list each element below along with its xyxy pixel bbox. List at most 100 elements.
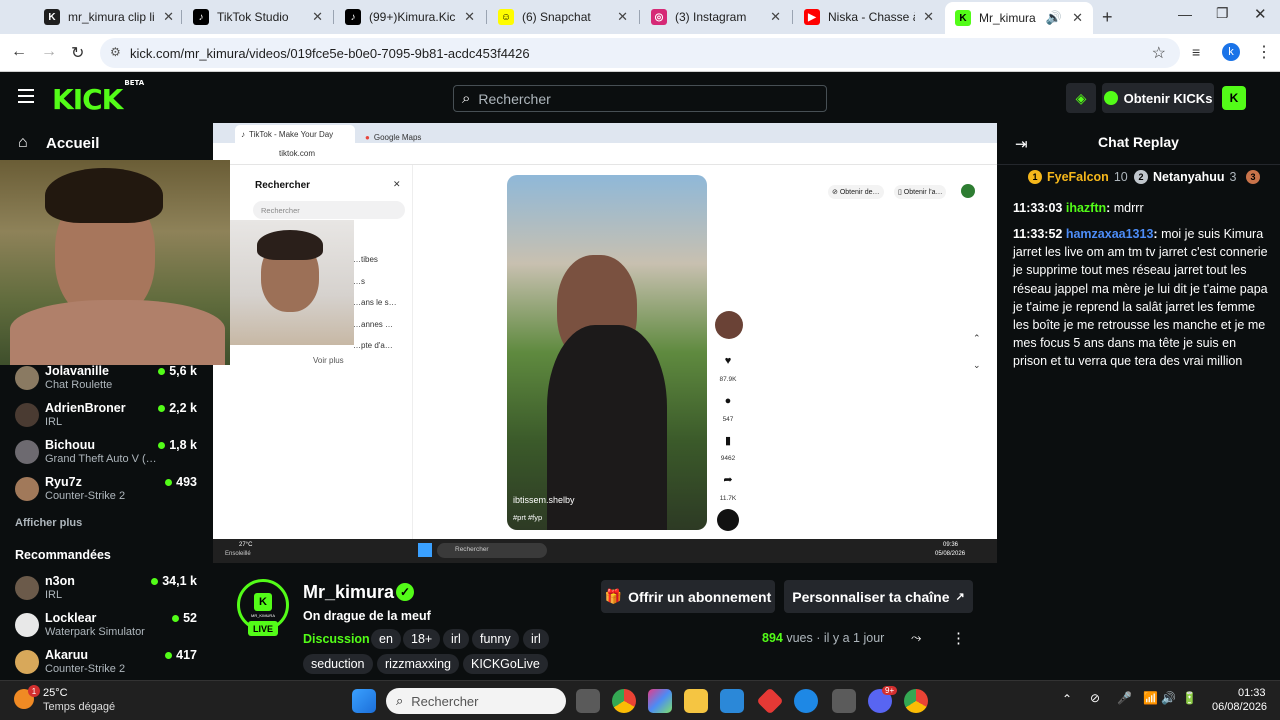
bookmark-star-icon[interactable]: ☆	[1152, 43, 1166, 63]
browser-tab[interactable]: ♪ (99+)Kimura.Kick (@… ✕	[335, 4, 485, 30]
chrome-icon[interactable]	[904, 689, 928, 713]
sidebar-channel[interactable]: Jolavanille Chat Roulette 5,6 k	[15, 364, 205, 400]
task-view-icon[interactable]	[576, 689, 600, 713]
tag[interactable]: funny	[472, 629, 519, 649]
gift-subscription-button[interactable]: 🎁 Offrir un abonnement	[601, 580, 775, 613]
tab-title: TikTok Studio	[217, 10, 289, 24]
site-info-icon[interactable]: ⚙	[110, 45, 121, 59]
tab-title: Mr_kimura - Wat…	[979, 11, 1038, 25]
user-avatar[interactable]: K	[1222, 86, 1246, 110]
channel-name: Akaruu	[45, 648, 89, 662]
sidebar-channel[interactable]: n3on IRL 34,1 k	[15, 574, 205, 610]
sidebar-channel[interactable]: Ryu7z Counter-Strike 2 493	[15, 475, 205, 511]
battery-icon[interactable]: 🔋	[1182, 691, 1197, 705]
app-tray-icon[interactable]: ⊘	[1090, 691, 1100, 705]
url-bar[interactable]: ⚙ kick.com/mr_kimura/videos/019fce5e-b0e…	[100, 38, 1180, 68]
live-dot-icon	[165, 478, 173, 486]
wifi-icon[interactable]: 📶	[1143, 691, 1158, 705]
close-icon[interactable]: ✕	[770, 9, 781, 25]
live-dot-icon	[158, 404, 166, 412]
forward-icon[interactable]: →	[41, 43, 57, 61]
browser-tab[interactable]: ◎ (3) Instagram ✕	[641, 4, 791, 30]
leaderboard-entry[interactable]: 3	[1246, 170, 1260, 184]
tag[interactable]: 18+	[403, 629, 441, 649]
close-icon[interactable]: ✕	[312, 9, 323, 25]
tag[interactable]: irl	[523, 629, 549, 649]
taskbar-search[interactable]: ⌕ Rechercher	[386, 688, 566, 714]
notification-badge: 1	[28, 685, 40, 697]
close-icon: ✕	[393, 179, 401, 189]
tag[interactable]: irl	[443, 629, 469, 649]
avatar	[961, 184, 975, 198]
tag[interactable]: en	[371, 629, 401, 649]
file-explorer-icon[interactable]	[684, 689, 708, 713]
leaderboard-entry[interactable]: 1 FyeFalcon 10	[1028, 170, 1128, 184]
browser-tab[interactable]: ☺ (6) Snapchat ✕	[488, 4, 638, 30]
menu-dots-icon[interactable]: ⋮	[1256, 42, 1272, 62]
store-icon[interactable]	[720, 689, 744, 713]
windows-start-icon[interactable]	[352, 689, 376, 713]
video-player[interactable]: ♪ TikTok - Make Your Day ● Google Maps tik…	[213, 123, 997, 563]
get-kicks-button[interactable]: Obtenir KICKs	[1102, 83, 1214, 113]
browser-tab-active[interactable]: K Mr_kimura - Wat… 🔊 ✕	[945, 2, 1093, 34]
sidebar-channel[interactable]: AdrienBroner IRL 2,2 k	[15, 401, 205, 437]
comment-count: 547	[722, 416, 734, 423]
live-dot-icon	[172, 614, 180, 622]
back-icon[interactable]: ←	[11, 43, 27, 61]
chat-message: 11:33:52 hamzaxaa1313: moi je suis Kimur…	[1013, 227, 1268, 369]
reload-icon[interactable]: ↻	[71, 43, 84, 63]
media-control-icon[interactable]: ≡	[1192, 44, 1200, 60]
new-tab-button[interactable]: +	[1102, 7, 1113, 28]
browser-tab[interactable]: K mr_kimura clip library ✕	[34, 4, 184, 30]
tag[interactable]: KICKGoLive	[463, 654, 548, 674]
close-icon[interactable]: ✕	[1072, 10, 1083, 26]
tiktok-video[interactable]: ibtissem.shelby #prt #fyp	[507, 175, 707, 530]
more-options-icon[interactable]: ⋮	[951, 629, 966, 647]
tiktok-favicon-icon: ♪	[241, 129, 245, 139]
close-icon[interactable]: ✕	[464, 9, 475, 25]
clock-date[interactable]: 06/08/2026	[1212, 701, 1267, 713]
maps-favicon-icon: ●	[365, 132, 370, 142]
app-icon[interactable]	[756, 687, 784, 715]
close-icon[interactable]: ✕	[617, 9, 628, 25]
chrome-icon[interactable]	[612, 689, 636, 713]
chevron-up-icon[interactable]: ⌃	[1062, 692, 1072, 706]
hamburger-menu-icon[interactable]	[18, 89, 34, 103]
category-link[interactable]: Discussion	[303, 632, 370, 646]
channel-name[interactable]: Mr_kimura	[303, 582, 394, 603]
show-more-link[interactable]: Afficher plus	[15, 517, 82, 529]
tag[interactable]: seduction	[303, 654, 373, 674]
avatar	[15, 477, 39, 501]
volume-icon[interactable]: 🔊	[1161, 691, 1176, 705]
streamer-webcam	[0, 160, 230, 365]
channel-category: Chat Roulette	[45, 379, 113, 391]
app-icon[interactable]	[832, 689, 856, 713]
profile-avatar[interactable]: k	[1222, 43, 1240, 61]
kick-favicon-icon: K	[955, 10, 971, 26]
tag[interactable]: rizzmaxxing	[377, 654, 459, 674]
close-icon[interactable]: ✕	[163, 9, 174, 25]
leaderboard-entry[interactable]: 2 Netanyahuu 3	[1134, 170, 1237, 184]
close-window-button[interactable]: ✕	[1254, 5, 1267, 23]
gift-drops-icon[interactable]: ◈	[1066, 83, 1096, 113]
kick-logo[interactable]: KICKBETA	[52, 79, 144, 116]
customize-channel-button[interactable]: Personnaliser ta chaîne ↗	[784, 580, 973, 613]
live-badge: LIVE	[248, 621, 278, 636]
sidebar-item-home[interactable]: Accueil	[46, 135, 99, 152]
search-input[interactable]: ⌕ Rechercher	[453, 85, 827, 112]
help-icon[interactable]	[794, 689, 818, 713]
minimize-button[interactable]: —	[1178, 6, 1192, 22]
sidebar-channel[interactable]: Bichouu Grand Theft Auto V (… 1,8 k	[15, 438, 205, 474]
home-icon[interactable]: ⌂	[18, 134, 28, 152]
sidebar-channel[interactable]: Akaruu Counter-Strike 2 417	[15, 648, 205, 684]
copilot-icon[interactable]	[648, 689, 672, 713]
sidebar-channel[interactable]: Locklear Waterpark Simulator 52	[15, 611, 205, 647]
close-icon[interactable]: ✕	[923, 9, 934, 25]
audio-icon[interactable]: 🔊	[1046, 10, 1062, 26]
browser-tab[interactable]: ▶ Niska - Chasse à l'ho… ✕	[794, 4, 944, 30]
maximize-button[interactable]: ❐	[1216, 5, 1229, 22]
share-icon[interactable]: ⤳	[911, 630, 921, 646]
microphone-icon[interactable]: 🎤	[1117, 691, 1132, 705]
browser-tab[interactable]: ♪ TikTok Studio ✕	[183, 4, 333, 30]
clock-time[interactable]: 01:33	[1238, 687, 1266, 699]
